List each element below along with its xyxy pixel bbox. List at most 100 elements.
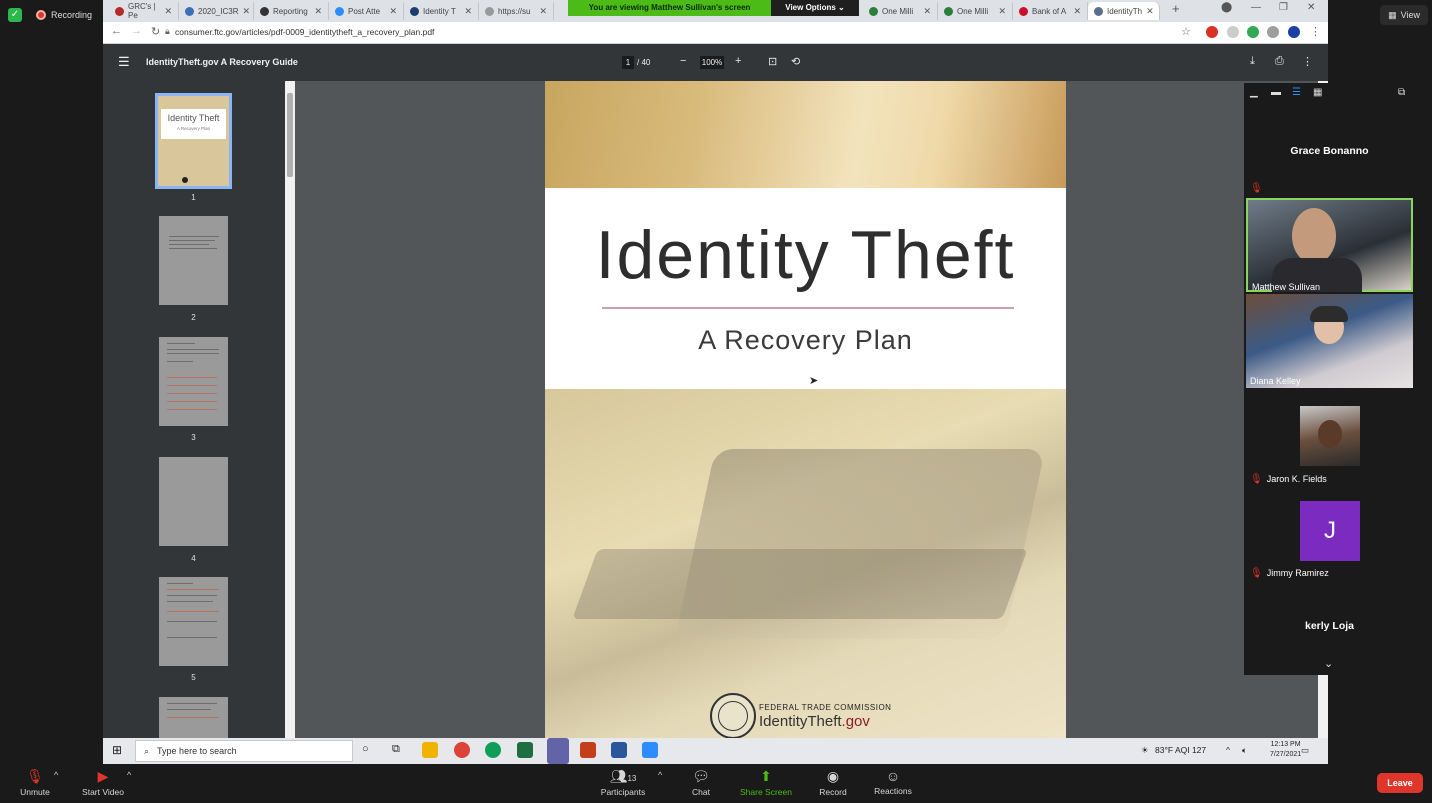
excel-icon[interactable] bbox=[517, 742, 533, 758]
audio-options-chevron-icon[interactable]: ^ bbox=[54, 770, 58, 780]
kebab-menu-icon[interactable]: ⋮ bbox=[1310, 25, 1321, 38]
extension-icon[interactable] bbox=[1247, 26, 1259, 38]
lock-icon[interactable]: 🔒︎ bbox=[165, 26, 170, 37]
extension-icon[interactable] bbox=[1227, 26, 1239, 38]
participants-button[interactable]: 👥︎13 Participants bbox=[588, 768, 658, 797]
download-icon[interactable]: ⤓ bbox=[1250, 55, 1255, 68]
participant-tile[interactable]: Grace Bonanno 🎙︎ bbox=[1246, 107, 1413, 197]
cortana-icon[interactable]: ○ bbox=[362, 743, 369, 755]
bookmark-star-icon[interactable]: ☆ bbox=[1181, 25, 1191, 38]
more-options-icon[interactable]: ⋮ bbox=[1302, 55, 1313, 68]
close-tab-icon[interactable]: ✕ bbox=[242, 6, 250, 17]
scroll-down-chevron-icon[interactable]: ⌄ bbox=[1324, 657, 1333, 670]
browser-tab[interactable]: 2020_IC3R ✕ bbox=[179, 2, 254, 20]
zoom-in-icon[interactable]: + bbox=[735, 55, 741, 67]
sidebar-scroll-thumb[interactable] bbox=[287, 93, 293, 177]
close-tab-icon[interactable]: ✕ bbox=[923, 6, 931, 17]
thumbnail-page-3[interactable] bbox=[159, 337, 228, 426]
browser-tab[interactable]: Identity T ✕ bbox=[404, 2, 479, 20]
thumbnail-page-4[interactable] bbox=[159, 457, 228, 546]
hide-video-icon[interactable]: ▬ bbox=[1271, 87, 1281, 98]
browser-tab[interactable]: Post Atte ✕ bbox=[329, 2, 404, 20]
speaker-view-icon[interactable]: ☰ bbox=[1292, 87, 1301, 98]
participants-chevron-icon[interactable]: ^ bbox=[658, 770, 662, 780]
recording-indicator[interactable]: Recording bbox=[30, 4, 98, 26]
close-tab-icon[interactable]: ✕ bbox=[389, 6, 397, 17]
back-icon[interactable]: ← bbox=[111, 25, 122, 37]
thumbnail-page-1[interactable]: Identity Theft A Recovery Plan bbox=[155, 93, 232, 189]
adblock-extension-icon[interactable] bbox=[1206, 26, 1218, 38]
page-number-input[interactable]: 1 bbox=[622, 56, 634, 69]
participant-tile[interactable]: J 🎙︎ Jimmy Ramirez bbox=[1246, 484, 1413, 579]
volume-icon[interactable]: 🔈︎ bbox=[1242, 745, 1247, 756]
browser-tab[interactable]: https://su ✕ bbox=[479, 2, 554, 20]
chat-button[interactable]: 💬︎ Chat bbox=[666, 768, 736, 797]
tray-chevron-icon[interactable]: ^ bbox=[1226, 745, 1230, 755]
close-window-icon[interactable]: ✕ bbox=[1307, 2, 1315, 13]
browser-tab[interactable]: Bank of A ✕ bbox=[1013, 2, 1088, 20]
thumbnail-page-5[interactable] bbox=[159, 577, 228, 666]
zoom-out-icon[interactable]: − bbox=[680, 55, 686, 67]
thumbnail-page-2[interactable] bbox=[159, 216, 228, 305]
leave-button[interactable]: Leave bbox=[1377, 773, 1423, 793]
browser-tab[interactable]: One Milli ✕ bbox=[938, 2, 1013, 20]
tab-label: Bank of A bbox=[1032, 6, 1067, 16]
chrome-icon[interactable] bbox=[485, 742, 501, 758]
browser-tab[interactable]: GRC's | Pe ✕ bbox=[109, 2, 179, 20]
forward-icon[interactable]: → bbox=[131, 25, 142, 37]
security-shield-icon[interactable]: ✓ bbox=[8, 8, 22, 22]
participants-panel: ▁ ▬ ☰ ▦ ⧉ Grace Bonanno 🎙︎ Matthew Sulli… bbox=[1244, 83, 1415, 675]
close-tab-icon[interactable]: ✕ bbox=[464, 6, 472, 17]
minimize-panel-icon[interactable]: ▁ bbox=[1250, 87, 1258, 98]
share-screen-button[interactable]: ⬆ Share Screen bbox=[731, 768, 801, 797]
close-tab-icon[interactable]: ✕ bbox=[1146, 6, 1154, 17]
print-icon[interactable]: ⎙ bbox=[1275, 55, 1284, 68]
rotate-icon[interactable]: ⟲ bbox=[791, 55, 800, 68]
extension-icon[interactable] bbox=[1267, 26, 1279, 38]
browser-tab[interactable]: Reporting ✕ bbox=[254, 2, 329, 20]
thumb-text-line bbox=[167, 583, 193, 584]
gallery-view-icon[interactable]: ▦ bbox=[1313, 87, 1322, 98]
minimize-icon[interactable]: — bbox=[1251, 2, 1261, 13]
task-view-icon[interactable]: ⧉ bbox=[392, 743, 400, 756]
taskbar-search-input[interactable]: ⌕ Type here to search bbox=[135, 740, 353, 762]
close-tab-icon[interactable]: ✕ bbox=[998, 6, 1006, 17]
fit-page-icon[interactable]: ⊡ bbox=[768, 55, 777, 68]
restore-icon[interactable]: ❐ bbox=[1279, 2, 1288, 13]
unmute-button[interactable]: 🎙︎ Unmute bbox=[0, 768, 70, 797]
participant-video[interactable]: Diana Kelley bbox=[1246, 294, 1413, 388]
browser-tab-active[interactable]: IdentityTh ✕ bbox=[1088, 2, 1160, 20]
chrome-icon[interactable] bbox=[454, 742, 470, 758]
tab-search-icon[interactable]: ⬤ bbox=[1221, 2, 1232, 13]
weather-status[interactable]: 83°F AQI 127 bbox=[1155, 745, 1206, 755]
file-explorer-icon[interactable] bbox=[422, 742, 438, 758]
notifications-icon[interactable]: ▭ bbox=[1301, 745, 1309, 756]
windows-start-icon[interactable]: ⊞ bbox=[112, 743, 122, 757]
close-tab-icon[interactable]: ✕ bbox=[164, 6, 172, 17]
sidebar-scrollbar[interactable] bbox=[285, 81, 295, 738]
participant-video-active[interactable]: Matthew Sullivan bbox=[1246, 198, 1413, 292]
weather-icon[interactable]: ☀ bbox=[1141, 745, 1149, 756]
word-icon[interactable] bbox=[611, 742, 627, 758]
clock[interactable]: 12:13 PM 7/27/2021 bbox=[1270, 740, 1301, 760]
new-tab-icon[interactable]: + bbox=[1172, 1, 1180, 16]
browser-tab[interactable]: One Milli ✕ bbox=[863, 2, 938, 20]
close-tab-icon[interactable]: ✕ bbox=[314, 6, 322, 17]
profile-avatar[interactable] bbox=[1288, 26, 1300, 38]
teams-icon[interactable] bbox=[547, 738, 569, 764]
participant-tile[interactable]: kerly Loja bbox=[1246, 579, 1413, 657]
participant-tile[interactable]: 🎙︎ Jaron K. Fields bbox=[1246, 389, 1413, 485]
video-options-chevron-icon[interactable]: ^ bbox=[127, 770, 131, 780]
reload-icon[interactable]: ↻ bbox=[151, 25, 160, 38]
powerpoint-icon[interactable] bbox=[580, 742, 596, 758]
url-field[interactable]: consumer.ftc.gov/articles/pdf-0009_ident… bbox=[175, 27, 434, 37]
close-tab-icon[interactable]: ✕ bbox=[539, 6, 547, 17]
zoom-level-input[interactable]: 100% bbox=[700, 56, 724, 69]
pop-out-icon[interactable]: ⧉ bbox=[1398, 87, 1405, 98]
close-tab-icon[interactable]: ✕ bbox=[1073, 6, 1081, 17]
hamburger-menu-icon[interactable]: ☰ bbox=[118, 54, 130, 70]
view-button[interactable]: ▦ View bbox=[1380, 5, 1428, 25]
reactions-button[interactable]: ☺ Reactions bbox=[858, 768, 928, 796]
view-options-button[interactable]: View Options ⌄ bbox=[771, 0, 859, 16]
zoom-app-icon[interactable] bbox=[642, 742, 658, 758]
